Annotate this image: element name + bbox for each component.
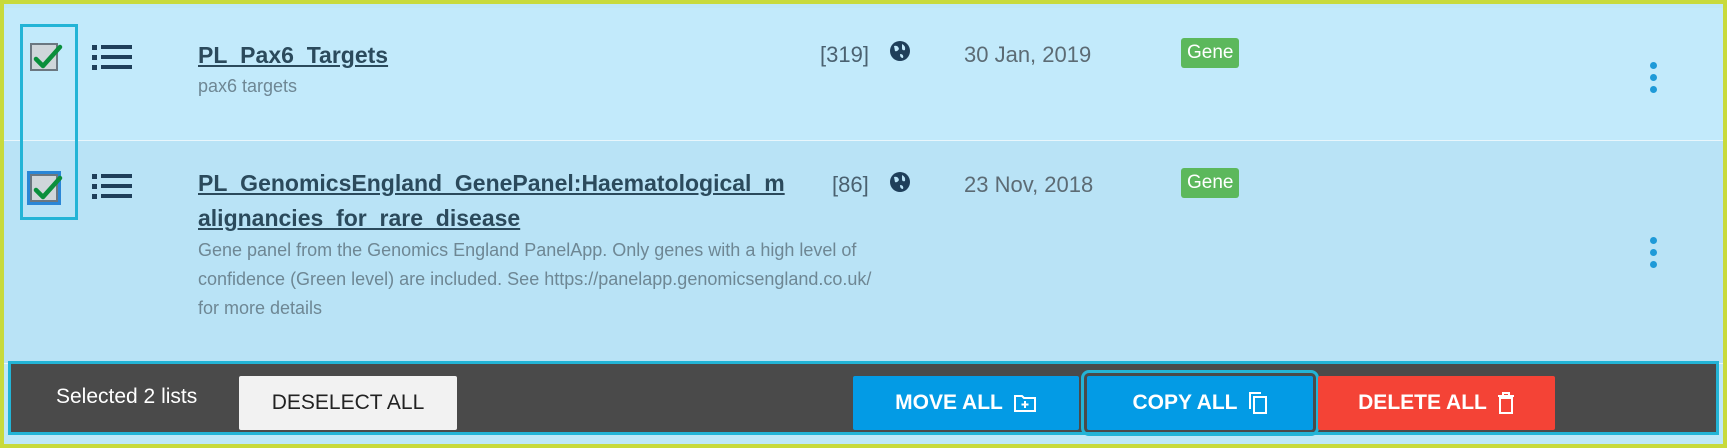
selection-action-bar: Selected 2 lists DESELECT ALL MOVE ALL C…: [8, 361, 1719, 436]
list-row: PL_GenomicsEngland_GenePanel:Haematologi…: [4, 141, 1723, 364]
kebab-menu-icon[interactable]: [1650, 237, 1660, 273]
list-title-link[interactable]: PL_GenomicsEngland_GenePanel:Haematologi…: [198, 166, 785, 200]
type-badge: Gene: [1181, 168, 1240, 198]
trash-icon: [1497, 392, 1514, 414]
list-date: 30 Jan, 2019: [964, 42, 1092, 67]
globe-icon: [890, 41, 910, 61]
list-row: PL_Pax6_Targets pax6 targets [319] 30 Ja…: [4, 8, 1723, 141]
list-icon: [92, 45, 132, 70]
move-all-button[interactable]: MOVE ALL: [853, 376, 1079, 430]
list-description: for more details: [198, 298, 323, 318]
delete-all-label: DELETE ALL: [1358, 391, 1487, 414]
deselect-all-button[interactable]: DESELECT ALL: [239, 376, 457, 430]
item-count: [319]: [820, 42, 869, 67]
type-badge: Gene: [1181, 38, 1240, 68]
row-checkbox[interactable]: [30, 43, 63, 71]
check-icon: [33, 44, 63, 69]
list-description: Gene panel from the Genomics England Pan…: [198, 240, 857, 260]
list-description: pax6 targets: [198, 76, 298, 96]
globe-icon: [890, 172, 910, 192]
move-all-label: MOVE ALL: [895, 391, 1003, 414]
list-description: confidence (Green level) are included. S…: [198, 269, 872, 289]
list-title-link-continued[interactable]: alignancies_for_rare_disease: [198, 201, 520, 235]
copy-icon: [1248, 392, 1267, 414]
row-checkbox[interactable]: [30, 174, 63, 202]
copy-all-button[interactable]: COPY ALL: [1081, 370, 1319, 436]
delete-all-button[interactable]: DELETE ALL: [1318, 376, 1555, 430]
copy-all-label: COPY ALL: [1132, 391, 1238, 414]
folder-plus-icon: [1013, 395, 1036, 412]
list-title-link[interactable]: PL_Pax6_Targets: [198, 38, 388, 72]
list-date: 23 Nov, 2018: [964, 172, 1094, 197]
check-icon: [33, 175, 63, 200]
list-icon: [92, 174, 132, 199]
deselect-all-label: DESELECT ALL: [271, 391, 425, 414]
kebab-menu-icon[interactable]: [1650, 62, 1660, 98]
item-count: [86]: [832, 172, 869, 197]
selection-status: Selected 2 lists: [56, 385, 198, 408]
